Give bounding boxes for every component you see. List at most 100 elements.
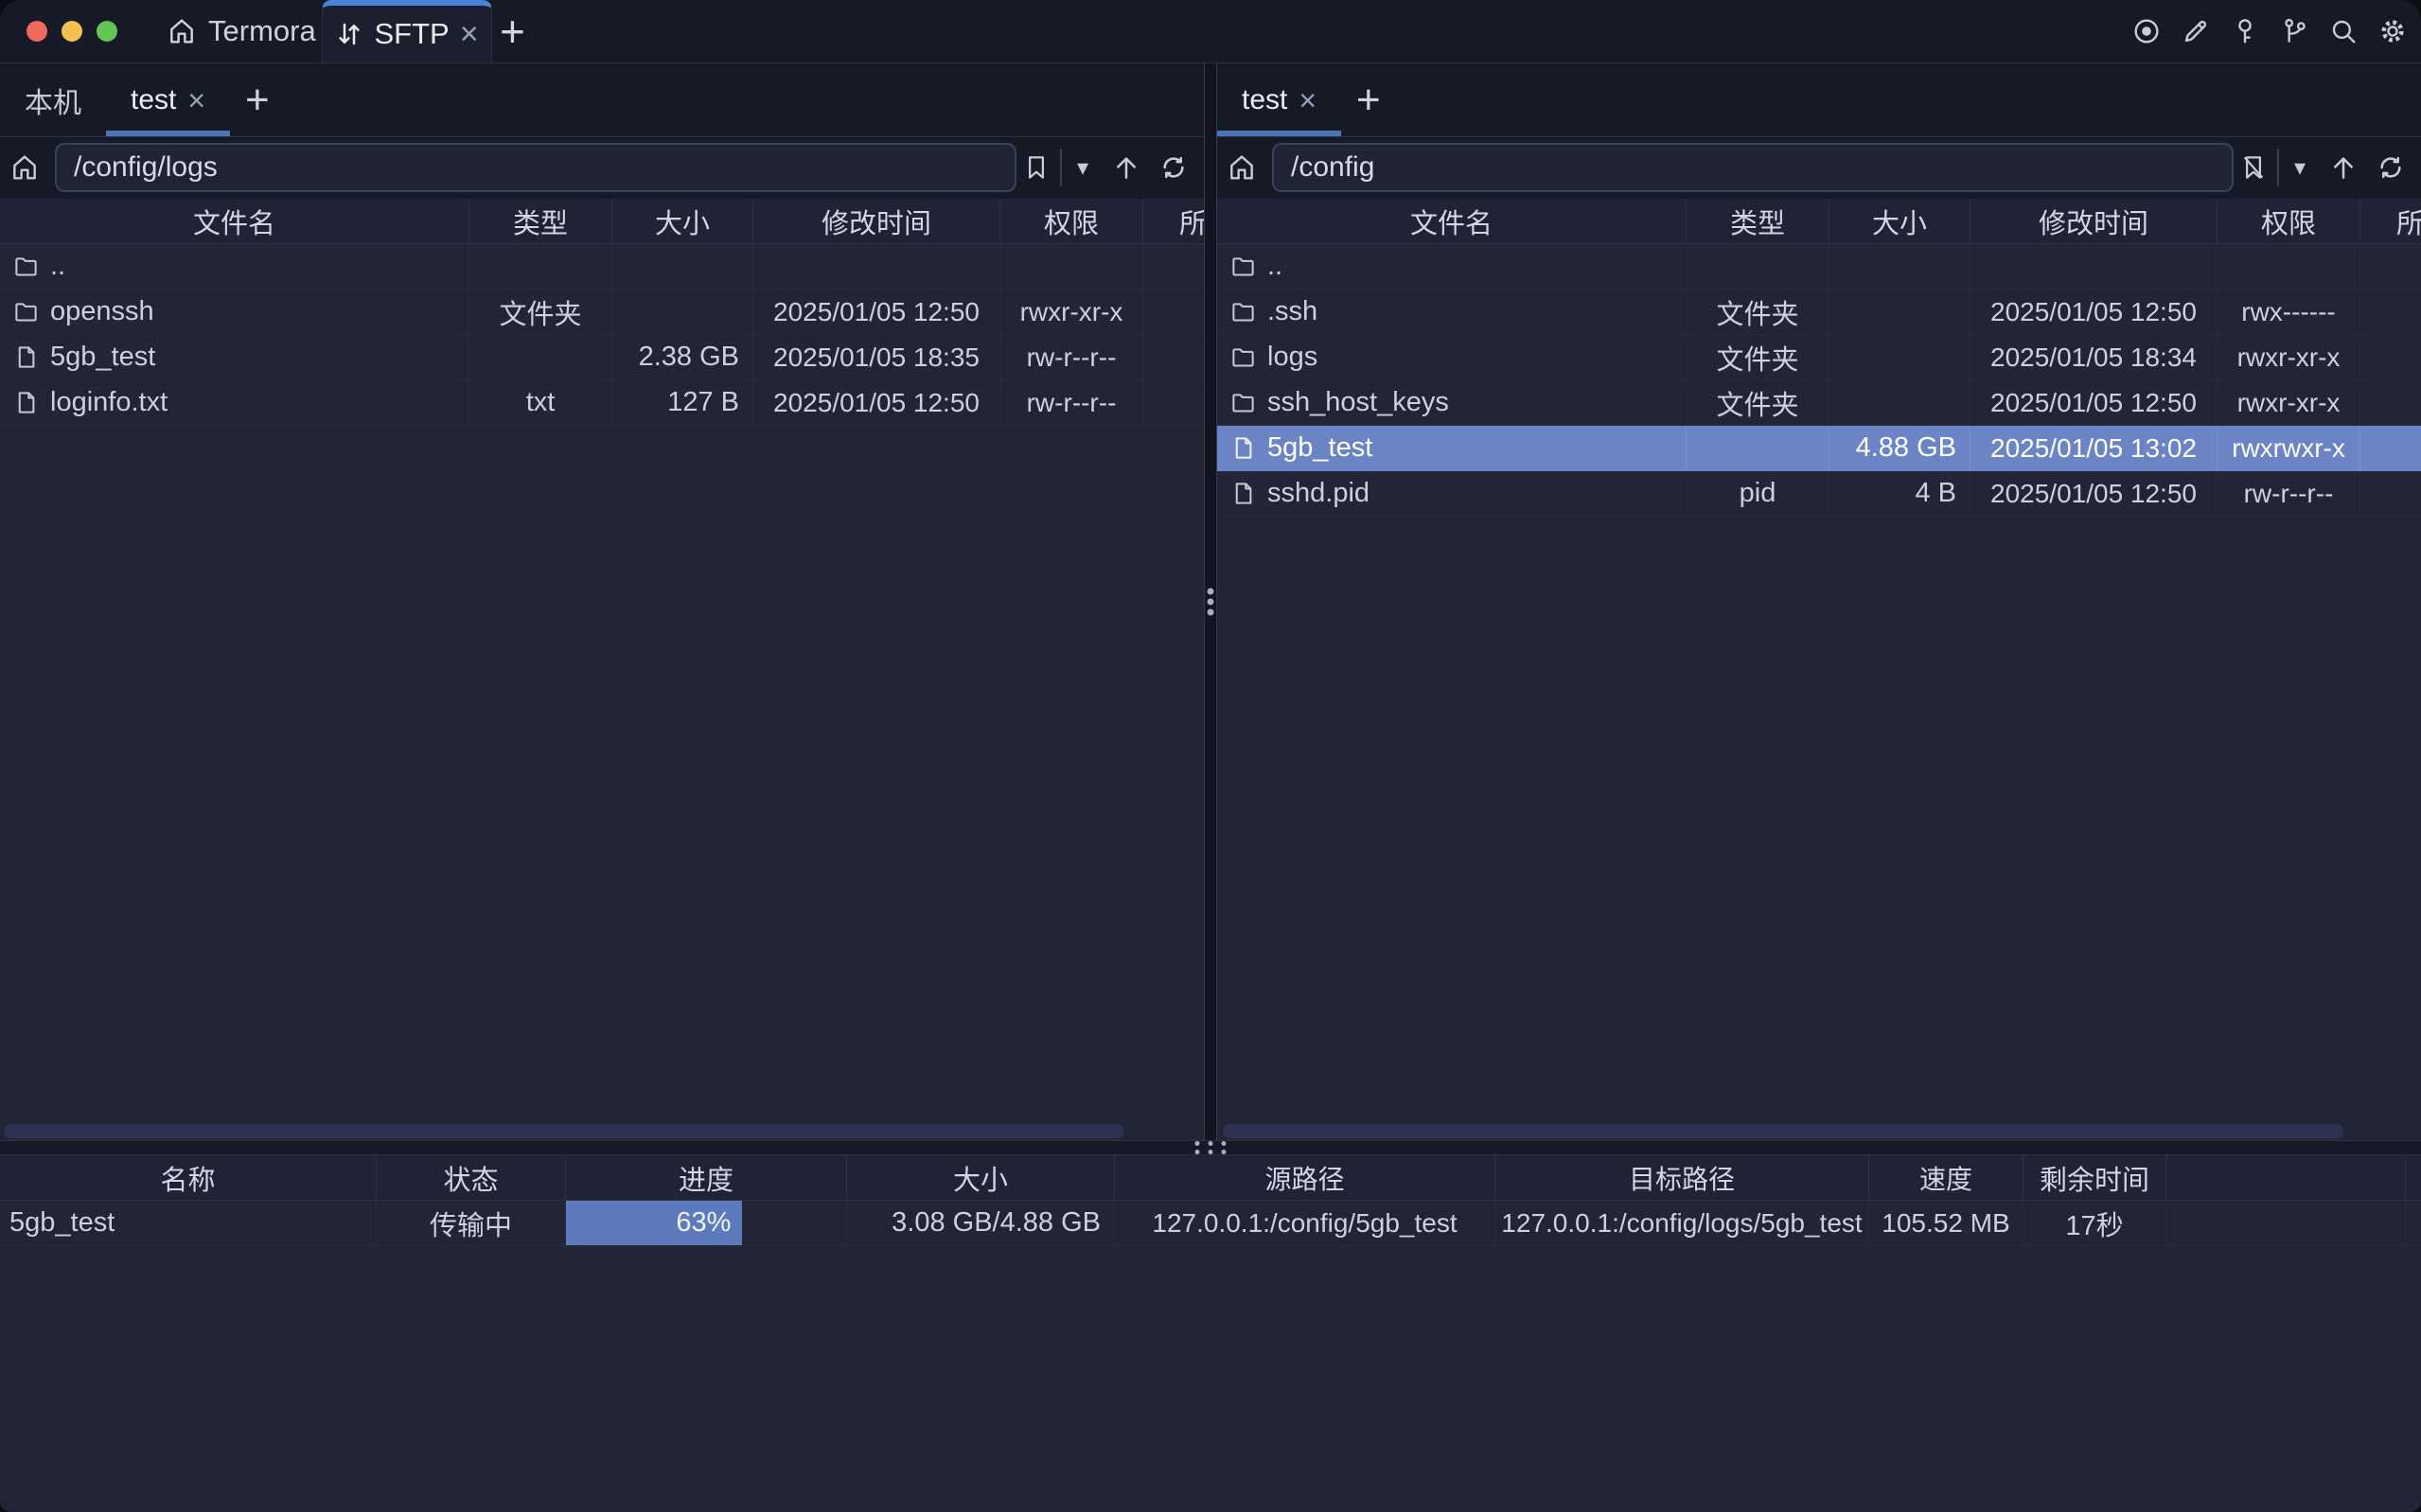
search-icon[interactable] bbox=[2328, 16, 2359, 46]
right-path-input[interactable] bbox=[1272, 143, 2234, 192]
new-main-tab-button[interactable]: + bbox=[500, 0, 525, 62]
column-header-mtime[interactable]: 修改时间 bbox=[1970, 199, 2218, 243]
column-header-size[interactable]: 大小 bbox=[612, 199, 753, 243]
record-icon[interactable] bbox=[2131, 16, 2162, 46]
close-window-button[interactable] bbox=[27, 21, 47, 42]
cell-perm: rw-r--r-- bbox=[1000, 335, 1143, 379]
folder-icon bbox=[13, 299, 39, 325]
cell-mtime bbox=[1970, 244, 2218, 289]
cell-mtime: 2025/01/05 12:50 bbox=[753, 380, 1000, 425]
new-session-tab-button-right[interactable]: + bbox=[1356, 63, 1381, 136]
cell-owner bbox=[1143, 290, 1204, 334]
column-header-target: 目标路径 bbox=[1495, 1155, 1869, 1200]
right-horizontal-scrollbar[interactable] bbox=[1223, 1124, 2343, 1138]
transfer-row-5gb-test[interactable]: 5gb_test 传输中 63% 3.08 GB/4.88 GB 127.0.0… bbox=[0, 1201, 2421, 1246]
filename-text: 5gb_test bbox=[1267, 432, 1372, 464]
close-session-tab-button[interactable]: × bbox=[187, 85, 205, 115]
column-header-fill bbox=[2406, 1155, 2421, 1200]
file-row-ssh-host-keys[interactable]: ssh_host_keys 文件夹 2025/01/05 12:50 rwxr-… bbox=[1217, 380, 2421, 426]
file-row-sshd-pid[interactable]: sshd.pid pid 4 B 2025/01/05 12:50 rw-r--… bbox=[1217, 471, 2421, 517]
keychain-branch-icon[interactable] bbox=[2279, 16, 2309, 46]
cell-perm: rwxr-xr-x bbox=[1000, 290, 1143, 334]
refresh-icon[interactable] bbox=[1158, 152, 1189, 183]
new-session-tab-button-left[interactable]: + bbox=[245, 63, 270, 136]
close-sftp-tab-button[interactable]: × bbox=[460, 18, 479, 50]
transfer-body: 5gb_test 传输中 63% 3.08 GB/4.88 GB 127.0.0… bbox=[0, 1201, 2421, 1246]
maximize-window-button[interactable] bbox=[97, 21, 117, 42]
column-header-filename[interactable]: 文件名 bbox=[1217, 199, 1687, 243]
cell-mtime: 2025/01/05 12:50 bbox=[753, 290, 1000, 334]
cell-filename: sshd.pid bbox=[1217, 471, 1687, 516]
cell-size bbox=[1829, 335, 1970, 379]
file-row-parent-dir[interactable]: .. bbox=[0, 244, 1204, 290]
cell-mtime: 2025/01/05 18:35 bbox=[753, 335, 1000, 379]
cell-transfer-remaining: 17秒 bbox=[2023, 1201, 2166, 1245]
progress-label: 63% bbox=[676, 1207, 731, 1239]
file-row-loginfo[interactable]: loginfo.txt txt 127 B 2025/01/05 12:50 r… bbox=[0, 380, 1204, 426]
column-header-type[interactable]: 类型 bbox=[469, 199, 612, 243]
up-directory-icon[interactable] bbox=[1111, 152, 1141, 183]
cell-size: 127 B bbox=[612, 380, 753, 425]
column-header-size[interactable]: 大小 bbox=[1829, 199, 1970, 243]
bookmark-icon[interactable] bbox=[1022, 153, 1051, 182]
column-header-owner[interactable]: 所有者 bbox=[2360, 199, 2421, 243]
titlebar: Termora SFTP × + bbox=[0, 0, 2421, 63]
filename-text: ssh_host_keys bbox=[1267, 387, 1449, 418]
filename-text: openssh bbox=[50, 296, 154, 327]
tab-home-termora[interactable]: Termora bbox=[167, 0, 316, 62]
tab-sftp[interactable]: SFTP × bbox=[322, 0, 492, 62]
column-header-owner[interactable]: 所有者 bbox=[1143, 199, 1204, 243]
column-header-size: 大小 bbox=[847, 1155, 1115, 1200]
filename-text: loginfo.txt bbox=[50, 387, 168, 418]
tab-session-test-left[interactable]: test × bbox=[106, 63, 230, 136]
column-header-mtime[interactable]: 修改时间 bbox=[753, 199, 1000, 243]
column-header-type[interactable]: 类型 bbox=[1687, 199, 1829, 243]
file-row-5gb-test-selected[interactable]: 5gb_test 4.88 GB 2025/01/05 13:02 rwxrwx… bbox=[1217, 426, 2421, 471]
file-icon bbox=[1230, 481, 1256, 506]
file-row-logs[interactable]: logs 文件夹 2025/01/05 18:34 rwxr-xr-x bbox=[1217, 335, 2421, 380]
left-file-table: 文件名 类型 大小 修改时间 权限 所有者 .. bbox=[0, 199, 1204, 1140]
column-header-filename[interactable]: 文件名 bbox=[0, 199, 469, 243]
tab-session-test-right[interactable]: test × bbox=[1217, 63, 1341, 136]
file-row-5gb-test[interactable]: 5gb_test 2.38 GB 2025/01/05 18:35 rw-r--… bbox=[0, 335, 1204, 380]
column-header-perm[interactable]: 权限 bbox=[2218, 199, 2360, 243]
refresh-icon[interactable] bbox=[2376, 152, 2406, 183]
close-session-tab-button[interactable]: × bbox=[1299, 85, 1317, 115]
transfer-panel-splitter[interactable] bbox=[0, 1140, 2421, 1155]
up-directory-icon[interactable] bbox=[2328, 152, 2359, 183]
cell-mtime bbox=[753, 244, 1000, 289]
cell-transfer-speed: 105.52 MB bbox=[1869, 1201, 2023, 1245]
file-row-openssh[interactable]: openssh 文件夹 2025/01/05 12:50 rwxr-xr-x bbox=[0, 290, 1204, 335]
cell-size: 4.88 GB bbox=[1829, 426, 1970, 470]
cell-type bbox=[469, 335, 612, 379]
divider bbox=[1060, 149, 1062, 186]
pane-splitter-vertical[interactable] bbox=[1204, 63, 1217, 1140]
tab-local-machine[interactable]: 本机 bbox=[0, 63, 106, 136]
minimize-window-button[interactable] bbox=[62, 21, 82, 42]
folder-icon bbox=[13, 254, 39, 279]
tab-session-label: test bbox=[131, 84, 176, 116]
edit-pencil-icon[interactable] bbox=[2181, 16, 2211, 46]
cell-owner bbox=[2360, 244, 2421, 289]
cell-perm: rwxrwxr-x bbox=[2218, 426, 2360, 470]
home-directory-icon[interactable] bbox=[1227, 152, 1257, 183]
transfer-panel: 名称 状态 进度 大小 源路径 目标路径 速度 剩余时间 5gb_test 传输… bbox=[0, 1155, 2421, 1512]
bookmark-dropdown-caret-icon[interactable]: ▾ bbox=[1071, 154, 1094, 182]
divider bbox=[2277, 149, 2279, 186]
cell-type: 文件夹 bbox=[1687, 380, 1829, 425]
cell-filename: .ssh bbox=[1217, 290, 1687, 334]
bookmark-slash-icon[interactable] bbox=[2239, 153, 2268, 182]
left-horizontal-scrollbar[interactable] bbox=[4, 1124, 1124, 1138]
cell-mtime: 2025/01/05 12:50 bbox=[1970, 380, 2218, 425]
file-row-parent-dir[interactable]: .. bbox=[1217, 244, 2421, 290]
bookmark-dropdown-caret-icon[interactable]: ▾ bbox=[2288, 154, 2311, 182]
key-icon[interactable] bbox=[2230, 16, 2260, 46]
cell-perm: rwxr-xr-x bbox=[2218, 335, 2360, 379]
left-path-input[interactable] bbox=[55, 143, 1016, 192]
settings-gear-icon[interactable] bbox=[2377, 16, 2408, 46]
filename-text: 5gb_test bbox=[50, 342, 155, 373]
cell-transfer-progress: 63% bbox=[566, 1201, 847, 1245]
column-header-perm[interactable]: 权限 bbox=[1000, 199, 1143, 243]
file-row-ssh[interactable]: .ssh 文件夹 2025/01/05 12:50 rwx------ bbox=[1217, 290, 2421, 335]
home-directory-icon[interactable] bbox=[9, 152, 40, 183]
